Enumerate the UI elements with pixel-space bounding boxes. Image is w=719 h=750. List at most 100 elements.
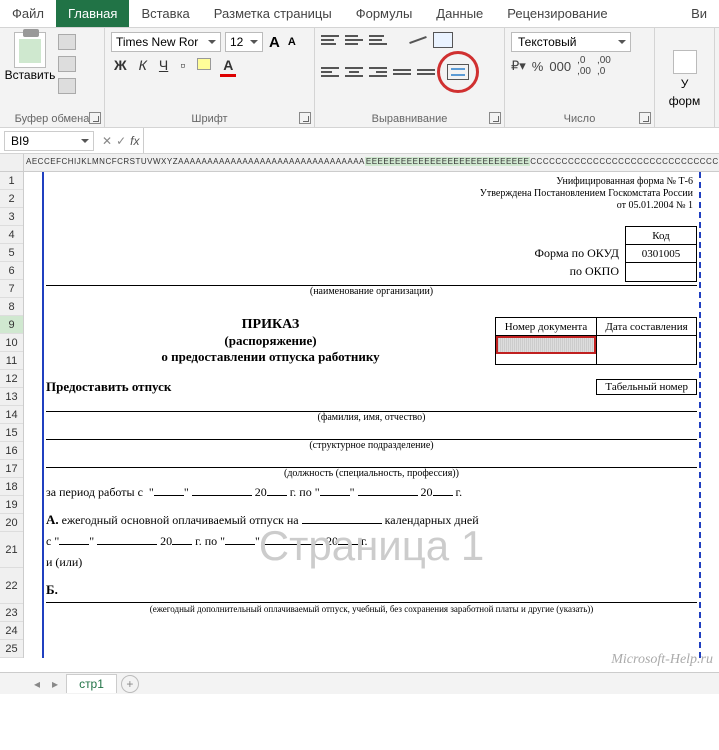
increase-indent-icon[interactable] bbox=[417, 64, 435, 80]
row-header[interactable]: 5 bbox=[0, 244, 23, 262]
row-header[interactable]: 17 bbox=[0, 460, 23, 478]
row-header[interactable]: 8 bbox=[0, 298, 23, 316]
position-caption: (должность (специальность, профессия)) bbox=[46, 468, 697, 479]
row-header[interactable]: 10 bbox=[0, 334, 23, 352]
percent-format-icon[interactable]: % bbox=[532, 59, 544, 74]
underline-button[interactable]: Ч bbox=[156, 55, 171, 75]
tab-formulas[interactable]: Формулы bbox=[344, 0, 425, 27]
number-launcher-icon[interactable] bbox=[639, 112, 651, 124]
font-launcher-icon[interactable] bbox=[299, 112, 311, 124]
tab-file[interactable]: Файл bbox=[0, 0, 56, 27]
border-button[interactable]: ▫ bbox=[177, 55, 188, 75]
form-header-text: Унифицированная форма № Т-6 Утверждена П… bbox=[46, 176, 697, 212]
increase-decimal-icon[interactable]: ,0,00 bbox=[577, 55, 591, 77]
increase-font-icon[interactable]: A bbox=[267, 34, 282, 51]
row-header[interactable]: 14 bbox=[0, 406, 23, 424]
row-header[interactable]: 13 bbox=[0, 388, 23, 406]
select-all-button[interactable] bbox=[0, 154, 24, 171]
font-family-select[interactable]: Times New Ror bbox=[111, 32, 221, 52]
font-size-select[interactable]: 12 bbox=[225, 32, 263, 52]
tab-data[interactable]: Данные bbox=[424, 0, 495, 27]
clipboard-launcher-icon[interactable] bbox=[89, 112, 101, 124]
formula-input[interactable] bbox=[143, 128, 719, 153]
decrease-font-icon[interactable]: A bbox=[286, 36, 298, 48]
decrease-indent-icon[interactable] bbox=[393, 64, 411, 80]
italic-button[interactable]: К bbox=[136, 55, 150, 75]
row-header[interactable]: 24 bbox=[0, 622, 23, 640]
period-row: за период работы с "" 20 г. по "" 20 г. bbox=[46, 485, 697, 500]
font-color-button[interactable]: A bbox=[220, 55, 236, 75]
selected-cell[interactable] bbox=[496, 336, 596, 354]
kod-labels: Форма по ОКУД по ОКПО bbox=[535, 226, 625, 280]
row-header[interactable]: 7 bbox=[0, 280, 23, 298]
row-header[interactable]: 6 bbox=[0, 262, 23, 280]
tab-view[interactable]: Ви bbox=[679, 0, 719, 27]
cancel-icon[interactable]: ✕ bbox=[102, 134, 112, 148]
cut-icon[interactable] bbox=[58, 34, 76, 50]
row-header[interactable]: 22 bbox=[0, 568, 23, 604]
sheet-tab[interactable]: стр1 bbox=[66, 674, 117, 693]
name-box[interactable]: BI9 bbox=[4, 131, 94, 151]
align-right-icon[interactable] bbox=[369, 64, 387, 80]
date-row-a: с "" 20 г. по "" 20 г. bbox=[46, 534, 697, 549]
wrap-text-icon[interactable] bbox=[433, 32, 453, 48]
row-header[interactable]: 23 bbox=[0, 604, 23, 622]
decrease-decimal-icon[interactable]: ,00,0 bbox=[597, 55, 611, 77]
row-header[interactable]: 18 bbox=[0, 478, 23, 496]
formula-bar: BI9 ✕ ✓ fx bbox=[0, 128, 719, 154]
row-header[interactable]: 21 bbox=[0, 532, 23, 568]
fx-icon[interactable]: fx bbox=[130, 134, 139, 148]
kod-table: Код 0301005 bbox=[625, 226, 697, 282]
format-painter-icon[interactable] bbox=[58, 78, 76, 94]
row-header[interactable]: 2 bbox=[0, 190, 23, 208]
section-b: Б. bbox=[46, 582, 697, 598]
number-format-select[interactable]: Текстовый bbox=[511, 32, 631, 52]
tab-insert[interactable]: Вставка bbox=[129, 0, 201, 27]
row-headers[interactable]: 1 2 3 4 5 6 7 8 9 10 11 12 13 14 15 16 1… bbox=[0, 172, 24, 658]
align-top-icon[interactable] bbox=[321, 32, 339, 48]
ribbon-tabs: Файл Главная Вставка Разметка страницы Ф… bbox=[0, 0, 719, 28]
row-header[interactable]: 15 bbox=[0, 424, 23, 442]
row-header[interactable]: 20 bbox=[0, 514, 23, 532]
cut-label1: У bbox=[681, 77, 689, 91]
tab-nav-next-icon[interactable]: ▸ bbox=[48, 677, 62, 691]
fill-color-button[interactable] bbox=[194, 55, 214, 75]
accounting-format-icon[interactable]: ₽▾ bbox=[511, 58, 526, 74]
tab-home[interactable]: Главная bbox=[56, 0, 129, 27]
row-header[interactable]: 9 bbox=[0, 316, 23, 334]
comma-format-icon[interactable]: 000 bbox=[549, 59, 571, 74]
watermark-logo: Microsoft-Help.ru bbox=[611, 652, 713, 668]
add-sheet-button[interactable]: + bbox=[121, 675, 139, 693]
align-center-icon[interactable] bbox=[345, 64, 363, 80]
grant-leave-label: Предоставить отпуск bbox=[46, 379, 171, 395]
copy-icon[interactable] bbox=[58, 56, 76, 72]
column-headers[interactable]: AECCEFCHIJKLMNCFCRSTUVWXYZAAAAAAAAAAAAAA… bbox=[0, 154, 719, 172]
row-header[interactable]: 12 bbox=[0, 370, 23, 388]
align-left-icon[interactable] bbox=[321, 64, 339, 80]
merge-cells-button[interactable] bbox=[447, 64, 469, 80]
dept-caption: (структурное подразделение) bbox=[46, 440, 697, 451]
row-header[interactable]: 19 bbox=[0, 496, 23, 514]
cells-area[interactable]: Унифицированная форма № Т-6 Утверждена П… bbox=[24, 172, 719, 658]
bold-button[interactable]: Ж bbox=[111, 55, 130, 75]
cut-label2: форм bbox=[669, 94, 700, 108]
tab-page-layout[interactable]: Разметка страницы bbox=[202, 0, 344, 27]
tab-review[interactable]: Рецензирование bbox=[495, 0, 619, 27]
tab-nav-prev-icon[interactable]: ◂ bbox=[30, 677, 44, 691]
row-header[interactable]: 4 bbox=[0, 226, 23, 244]
worksheet[interactable]: AECCEFCHIJKLMNCFCRSTUVWXYZAAAAAAAAAAAAAA… bbox=[0, 154, 719, 694]
align-middle-icon[interactable] bbox=[345, 32, 363, 48]
alignment-launcher-icon[interactable] bbox=[489, 112, 501, 124]
cond-format-icon[interactable] bbox=[673, 50, 697, 74]
align-bottom-icon[interactable] bbox=[369, 32, 387, 48]
enter-icon[interactable]: ✓ bbox=[116, 134, 126, 148]
paste-button[interactable]: Вставить bbox=[6, 32, 54, 94]
orientation-icon[interactable] bbox=[409, 32, 427, 48]
group-label-font: Шрифт bbox=[111, 111, 308, 125]
row-header[interactable]: 16 bbox=[0, 442, 23, 460]
row-header[interactable]: 11 bbox=[0, 352, 23, 370]
row-header[interactable]: 3 bbox=[0, 208, 23, 226]
row-header[interactable]: 1 bbox=[0, 172, 23, 190]
row-header[interactable]: 25 bbox=[0, 640, 23, 658]
prikaz-title: ПРИКАЗ bbox=[46, 317, 495, 333]
